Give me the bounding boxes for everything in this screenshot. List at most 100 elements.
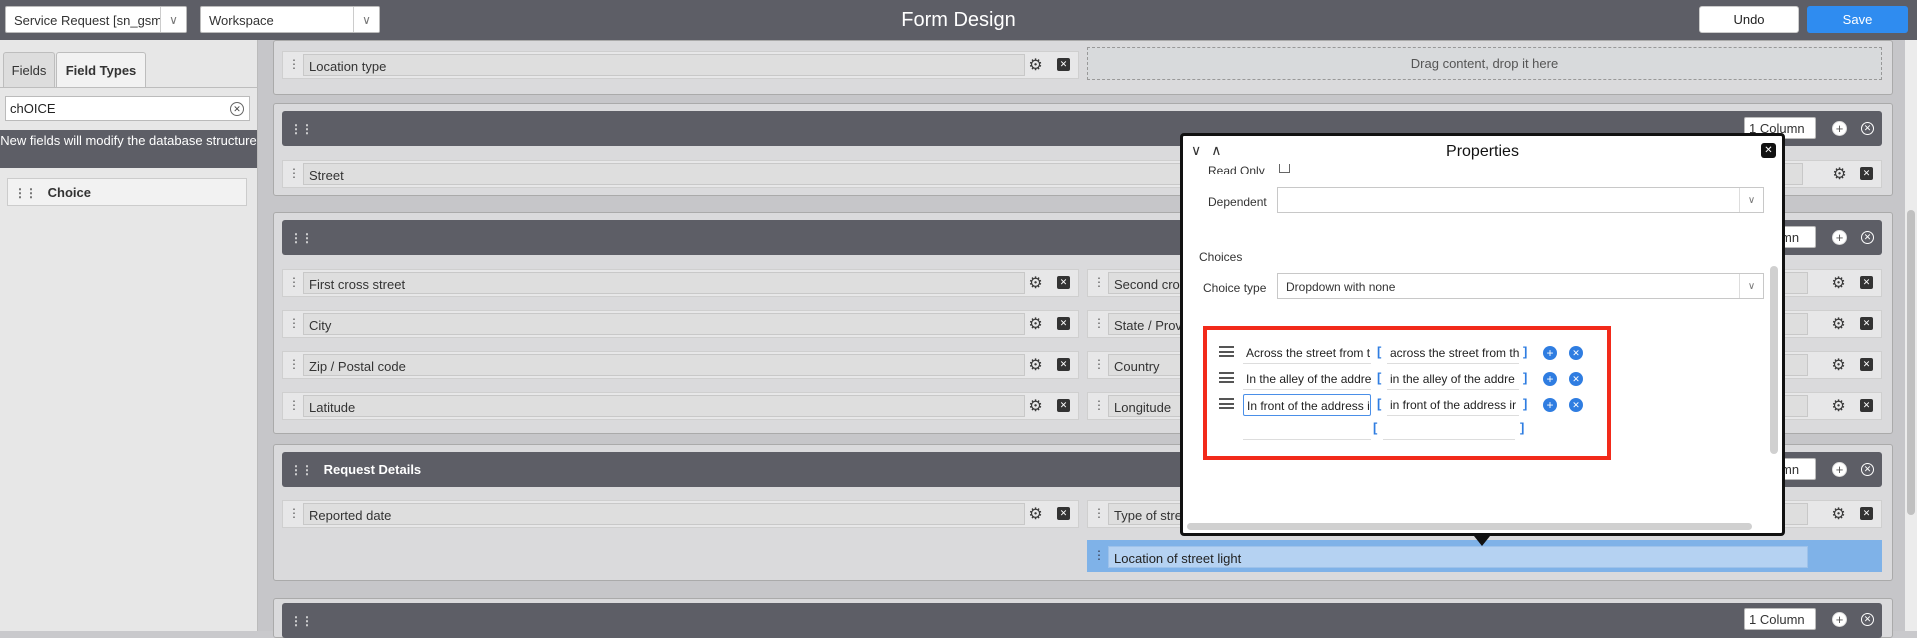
read-only-checkbox[interactable]	[1279, 164, 1290, 173]
close-icon[interactable]: ✕	[1860, 399, 1873, 412]
form-field[interactable]: ⋮⋮ City ⚙ ✕	[282, 310, 1079, 338]
close-icon[interactable]: ✕	[1860, 276, 1873, 289]
drag-handle-icon[interactable]	[1219, 372, 1234, 383]
add-choice-icon[interactable]: +	[1543, 372, 1557, 386]
choice-type-value: Dropdown with none	[1286, 280, 1396, 294]
read-only-label: Read Only	[1208, 164, 1265, 174]
field-label: Reported date	[303, 503, 1025, 525]
close-icon[interactable]: ✕	[1057, 507, 1070, 520]
bracket-open: [	[1377, 396, 1382, 411]
choice-value-input[interactable]: in front of the address ir	[1387, 394, 1519, 416]
add-choice-icon[interactable]: +	[1543, 398, 1557, 412]
choice-value-input[interactable]: in the alley of the addre	[1387, 368, 1519, 390]
properties-horizontal-scrollbar[interactable]	[1187, 523, 1752, 530]
gear-icon[interactable]: ⚙	[1831, 275, 1846, 292]
choice-row: Across the street from t [ across the st…	[1207, 342, 1607, 366]
gear-icon[interactable]: ⚙	[1028, 506, 1043, 523]
gear-icon[interactable]: ⚙	[1831, 357, 1846, 374]
new-choice-value-input[interactable]	[1383, 418, 1515, 440]
close-icon[interactable]: ✕	[1057, 399, 1070, 412]
add-icon[interactable]: +	[1832, 462, 1847, 477]
drag-handle-icon[interactable]: ⋮⋮	[290, 122, 313, 136]
choice-value-input[interactable]: across the street from th	[1387, 342, 1519, 364]
tab-fields[interactable]: Fields	[3, 52, 55, 87]
close-icon[interactable]: ✕	[1861, 613, 1874, 626]
choice-label-input[interactable]: In front of the address ir	[1243, 394, 1371, 416]
remove-choice-icon[interactable]: ✕	[1569, 372, 1583, 386]
drag-handle-icon[interactable]: ⋮⋮	[290, 463, 313, 477]
close-icon[interactable]: ✕	[1057, 276, 1070, 289]
close-icon[interactable]: ✕	[1057, 58, 1070, 71]
choice-type-select[interactable]: Dropdown with none ∨	[1277, 273, 1764, 299]
page-title: Form Design	[901, 9, 1016, 31]
dependent-label: Dependent	[1208, 195, 1267, 209]
drop-zone[interactable]: Drag content, drop it here	[1087, 47, 1882, 80]
section-title: Request Details	[323, 462, 422, 477]
properties-panel: ∨∧ Properties ✕ Read Only Dependent ∨ Ch…	[1180, 133, 1785, 536]
form-field[interactable]: ⋮⋮ Zip / Postal code ⚙ ✕	[282, 351, 1079, 379]
drag-handle-icon[interactable]: ⋮⋮	[290, 614, 313, 628]
new-choice-label-input[interactable]	[1243, 418, 1371, 440]
field-search-input[interactable]: chOICE ✕	[5, 96, 250, 121]
clear-search-icon[interactable]: ✕	[230, 102, 244, 116]
close-icon[interactable]: ✕	[1861, 463, 1874, 476]
choices-list-highlight: Across the street from t [ across the st…	[1203, 326, 1611, 460]
add-icon[interactable]: +	[1832, 121, 1847, 136]
field-search-value: chOICE	[10, 101, 56, 116]
gear-icon[interactable]: ⚙	[1831, 506, 1846, 523]
top-bar: Service Request [sn_gsm_ ∨ Workspace ∨ F…	[0, 0, 1917, 40]
database-warning: New fields will modify the database stru…	[0, 130, 257, 168]
section-header[interactable]: ⋮⋮	[282, 603, 1882, 638]
save-button[interactable]: Save	[1807, 6, 1908, 33]
close-icon[interactable]: ✕	[1057, 317, 1070, 330]
close-icon[interactable]: ✕	[1860, 167, 1873, 180]
gear-icon[interactable]: ⚙	[1831, 316, 1846, 333]
remove-choice-icon[interactable]: ✕	[1569, 346, 1583, 360]
properties-title: Properties	[1446, 143, 1519, 160]
chevron-down-icon: ∨	[1739, 274, 1763, 298]
gear-icon[interactable]: ⚙	[1832, 166, 1847, 183]
close-icon[interactable]: ✕	[1860, 317, 1873, 330]
close-icon[interactable]: ✕	[1761, 143, 1776, 158]
choices-heading: Choices	[1199, 250, 1243, 264]
field-type-label: Choice	[47, 185, 91, 200]
undo-button[interactable]: Undo	[1699, 6, 1799, 33]
gear-icon[interactable]: ⚙	[1028, 398, 1043, 415]
form-field[interactable]: ⋮⋮ Reported date ⚙ ✕	[282, 500, 1079, 528]
drag-handle-icon[interactable]	[1219, 398, 1234, 409]
column-select[interactable]: 1 Column	[1744, 608, 1816, 630]
tab-field-types[interactable]: Field Types	[56, 52, 146, 87]
canvas-scrollbar[interactable]	[1905, 40, 1917, 631]
gear-icon[interactable]: ⚙	[1028, 316, 1043, 333]
properties-vertical-scrollbar[interactable]	[1770, 266, 1778, 454]
choice-label-input[interactable]: In the alley of the addre	[1243, 368, 1371, 390]
form-field[interactable]: ⋮⋮ First cross street ⚙ ✕	[282, 269, 1079, 297]
add-choice-icon[interactable]: +	[1543, 346, 1557, 360]
form-field[interactable]: ⋮⋮ Location type ⚙ ✕	[282, 51, 1079, 79]
field-label: First cross street	[303, 272, 1025, 294]
bracket-close: ]	[1520, 420, 1525, 435]
dependent-select[interactable]: ∨	[1277, 187, 1764, 213]
gear-icon[interactable]: ⚙	[1028, 275, 1043, 292]
remove-choice-icon[interactable]: ✕	[1569, 398, 1583, 412]
close-icon[interactable]: ✕	[1861, 231, 1874, 244]
bracket-close: ]	[1523, 370, 1528, 385]
gear-icon[interactable]: ⚙	[1028, 57, 1043, 74]
form-field[interactable]: ⋮⋮ Latitude ⚙ ✕	[282, 392, 1079, 420]
add-icon[interactable]: +	[1832, 230, 1847, 245]
choice-label-input[interactable]: Across the street from t	[1243, 342, 1371, 364]
add-icon[interactable]: +	[1832, 612, 1847, 627]
gear-icon[interactable]: ⚙	[1028, 357, 1043, 374]
close-icon[interactable]: ✕	[1860, 507, 1873, 520]
drag-handle-icon[interactable]	[1219, 346, 1234, 357]
tab-divider	[0, 87, 258, 88]
field-type-choice[interactable]: ⋮⋮ Choice	[7, 178, 247, 206]
close-icon[interactable]: ✕	[1057, 358, 1070, 371]
drag-handle-icon: ⋮⋮	[14, 186, 37, 200]
close-icon[interactable]: ✕	[1861, 122, 1874, 135]
drag-handle-icon[interactable]: ⋮⋮	[290, 231, 313, 245]
scrollbar-thumb[interactable]	[1907, 210, 1915, 515]
bracket-close: ]	[1523, 344, 1528, 359]
gear-icon[interactable]: ⚙	[1831, 398, 1846, 415]
close-icon[interactable]: ✕	[1860, 358, 1873, 371]
